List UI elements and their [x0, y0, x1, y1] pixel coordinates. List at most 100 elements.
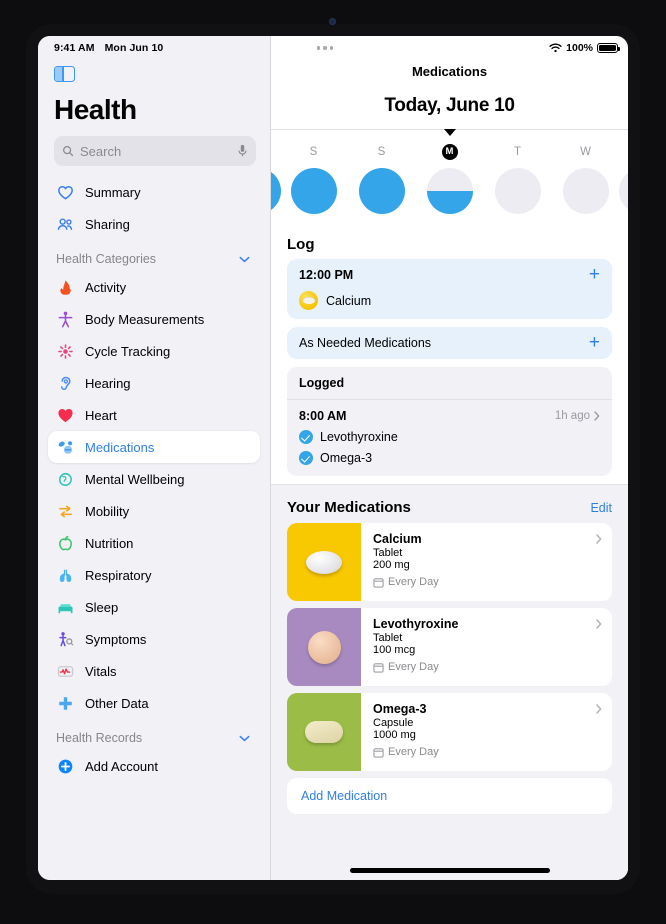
status-bar-right: 100%	[271, 36, 628, 56]
logged-relative-time: 1h ago	[554, 410, 590, 422]
sidebar-item-add-account[interactable]: Add Account	[48, 750, 260, 782]
wifi-icon	[549, 43, 562, 53]
search-placeholder: Search	[80, 143, 122, 159]
sidebar-item-label: Heart	[85, 407, 117, 423]
ipad-device-frame: 9:41 AM Mon Jun 10 Health Search Summary…	[0, 0, 666, 924]
log-upcoming-card[interactable]: 12:00 PM + Calcium	[287, 259, 612, 319]
sidebar-item-label: Medications	[85, 439, 155, 455]
main-panel: 100% Medications Today, June 10 S S M T …	[270, 36, 628, 880]
log-time: 12:00 PM	[299, 268, 354, 282]
medication-name: Calcium	[373, 532, 422, 546]
day-label: W	[580, 146, 591, 158]
sidebar-section-health-categories[interactable]: Health Categories	[48, 240, 260, 271]
ring-fill	[271, 168, 281, 214]
day-cell[interactable]: S	[289, 144, 339, 214]
sidebar-item-mental-wellbeing[interactable]: Mental Wellbeing	[48, 463, 260, 495]
sidebar-item-label: Cycle Tracking	[85, 343, 171, 359]
ring-fill	[426, 191, 473, 214]
sidebar-toggle-icon[interactable]	[54, 66, 75, 82]
sidebar-item-nutrition[interactable]: Nutrition	[48, 527, 260, 559]
sidebar-item-sleep[interactable]: Sleep	[48, 591, 260, 623]
day-progress-ring	[426, 168, 473, 214]
medication-form: Tablet	[373, 547, 403, 559]
sidebar-item-label: Respiratory	[85, 567, 152, 583]
day-cell-today[interactable]: M	[425, 144, 475, 214]
logged-heading: Logged	[287, 367, 612, 400]
sidebar-item-other-data[interactable]: Other Data	[48, 687, 260, 719]
medication-dose: 200 mg	[373, 559, 410, 571]
sidebar-item-sharing[interactable]: Sharing	[48, 208, 260, 240]
sidebar-item-vitals[interactable]: Vitals	[48, 655, 260, 687]
medication-info: Levothyroxine Tablet 100 mcg Every Day	[361, 608, 612, 686]
search-input[interactable]: Search	[54, 136, 256, 166]
day-progress-ring	[358, 168, 405, 214]
add-medication-button[interactable]: Add Medication	[287, 778, 612, 814]
day-progress-ring	[271, 168, 281, 214]
front-camera-icon	[329, 18, 336, 25]
medication-card[interactable]: Calcium Tablet 200 mg Every Day	[287, 523, 612, 601]
battery-percent-label: 100%	[566, 42, 593, 54]
plus-circle-icon	[58, 759, 73, 773]
more-dots-icon[interactable]	[317, 46, 334, 50]
medication-frequency-row: Every Day	[373, 576, 602, 588]
log-medication-name: Calcium	[326, 293, 372, 308]
sidebar-item-heart[interactable]: Heart	[48, 399, 260, 431]
your-medications-heading: Your Medications	[287, 499, 411, 516]
medication-card[interactable]: Levothyroxine Tablet 100 mcg Every Day	[287, 608, 612, 686]
plus-icon[interactable]: +	[589, 265, 600, 284]
capsule-cream-icon	[305, 721, 343, 743]
logged-body[interactable]: 8:00 AM 1h ago Levothyroxine Omega-3	[287, 400, 612, 476]
day-label: S	[309, 146, 318, 158]
medication-card[interactable]: Omega-3 Capsule 1000 mg Every Day	[287, 693, 612, 771]
sidebar-item-body-measurements[interactable]: Body Measurements	[48, 303, 260, 335]
sidebar-item-respiratory[interactable]: Respiratory	[48, 559, 260, 591]
pills-icon	[58, 440, 73, 454]
chevron-down-icon[interactable]	[239, 256, 250, 263]
ear-icon	[60, 376, 71, 390]
log-medication-row: Calcium	[299, 291, 600, 310]
home-indicator[interactable]	[349, 868, 550, 873]
dot	[317, 46, 321, 50]
as-needed-card[interactable]: As Needed Medications +	[287, 327, 612, 359]
your-medications-header: Your Medications Edit	[271, 487, 628, 523]
day-cell[interactable]: S	[357, 144, 407, 214]
logged-item-label: Levothyroxine	[320, 430, 398, 444]
your-medications-section: Your Medications Edit Calcium Tablet 200…	[271, 484, 628, 880]
sidebar-item-activity[interactable]: Activity	[48, 271, 260, 303]
pill-yellow-icon	[299, 291, 318, 310]
day-label: T	[513, 146, 522, 158]
plus-icon[interactable]: +	[589, 333, 600, 352]
sidebar-item-hearing[interactable]: Hearing	[48, 367, 260, 399]
calendar-icon	[373, 577, 384, 588]
logged-relative-time-group[interactable]: 1h ago	[555, 410, 600, 422]
log-section-heading: Log	[287, 236, 315, 253]
sidebar-item-cycle-tracking[interactable]: Cycle Tracking	[48, 335, 260, 367]
sidebar-item-label: Symptoms	[85, 631, 147, 647]
day-label: M	[441, 144, 458, 160]
microphone-icon[interactable]	[237, 144, 248, 158]
medication-frequency-row: Every Day	[373, 746, 602, 758]
sidebar-section-health-records[interactable]: Health Records	[48, 719, 260, 750]
body-icon	[58, 311, 73, 327]
sidebar-item-label: Body Measurements	[85, 311, 205, 327]
sidebar-item-symptoms[interactable]: Symptoms	[48, 623, 260, 655]
medication-thumbnail	[287, 523, 361, 601]
day-cell[interactable]: T	[493, 144, 543, 214]
edit-button[interactable]: Edit	[590, 501, 612, 515]
day-cell[interactable]: W	[561, 144, 611, 214]
medication-name: Omega-3	[373, 702, 427, 716]
as-needed-row: As Needed Medications +	[299, 333, 600, 352]
chevron-right-icon	[596, 704, 602, 714]
sidebar-item-summary[interactable]: Summary	[48, 176, 260, 208]
sidebar-section-label: Health Records	[56, 731, 143, 745]
sidebar-item-medications[interactable]: Medications	[48, 431, 260, 463]
logged-item: Levothyroxine	[299, 430, 600, 444]
heart-filled-icon	[58, 408, 73, 422]
sidebar-item-mobility[interactable]: Mobility	[48, 495, 260, 527]
chevron-down-icon[interactable]	[239, 735, 250, 742]
people-icon	[57, 217, 73, 230]
day-progress-ring	[562, 168, 609, 214]
medication-info: Calcium Tablet 200 mg Every Day	[361, 523, 612, 601]
plus-cross-icon	[59, 696, 72, 710]
calendar-icon	[373, 662, 384, 673]
